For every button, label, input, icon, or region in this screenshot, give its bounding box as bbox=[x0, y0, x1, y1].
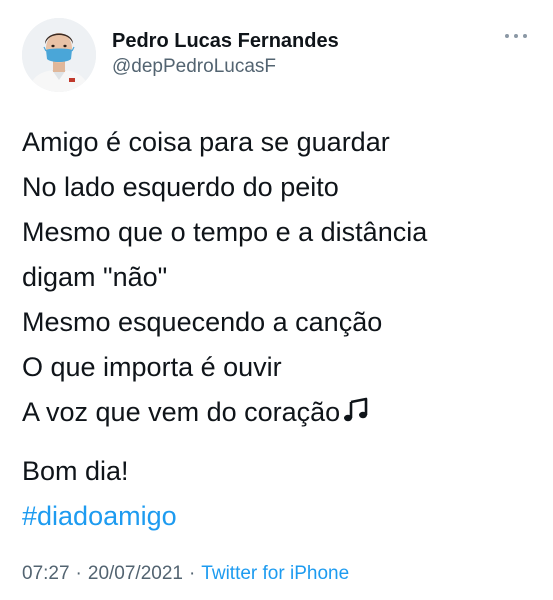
author-handle[interactable]: @depPedroLucasF bbox=[112, 56, 276, 78]
tweet-line: digam "não" bbox=[22, 262, 168, 292]
tweet-metadata: 07:27 · 20/07/2021 · Twitter for iPhone bbox=[22, 563, 349, 585]
tweet-line: Amigo é coisa para se guardar bbox=[22, 127, 390, 157]
separator-dot: · bbox=[75, 563, 82, 584]
tweet-line: O que importa é ouvir bbox=[22, 352, 282, 382]
author-name[interactable]: Pedro Lucas Fernandes bbox=[112, 30, 339, 53]
hashtag-link[interactable]: #diadoamigo bbox=[22, 494, 532, 539]
tweet-time[interactable]: 07:27 bbox=[22, 563, 70, 584]
tweet-line: A voz que vem do coração bbox=[22, 397, 341, 427]
tweet-text: Amigo é coisa para se guardar No lado es… bbox=[22, 120, 532, 539]
musical-notes-icon bbox=[342, 393, 370, 438]
tweet-line: Mesmo esquecendo a canção bbox=[22, 307, 383, 337]
tweet-line-with-emoji: A voz que vem do coração bbox=[22, 390, 532, 438]
tweet-card: Pedro Lucas Fernandes @depPedroLucasF Am… bbox=[0, 0, 553, 600]
tweet-date[interactable]: 20/07/2021 bbox=[88, 563, 183, 584]
separator-dot: · bbox=[188, 563, 196, 584]
more-options-icon[interactable] bbox=[505, 30, 527, 42]
tweet-line: No lado esquerdo do peito bbox=[22, 172, 339, 202]
greeting-text: Bom dia! bbox=[22, 456, 129, 486]
tweet-line: Mesmo que o tempo e a distância bbox=[22, 217, 428, 247]
avatar-photo bbox=[22, 18, 96, 92]
avatar[interactable] bbox=[22, 18, 96, 92]
tweet-source-link[interactable]: Twitter for iPhone bbox=[201, 563, 349, 584]
